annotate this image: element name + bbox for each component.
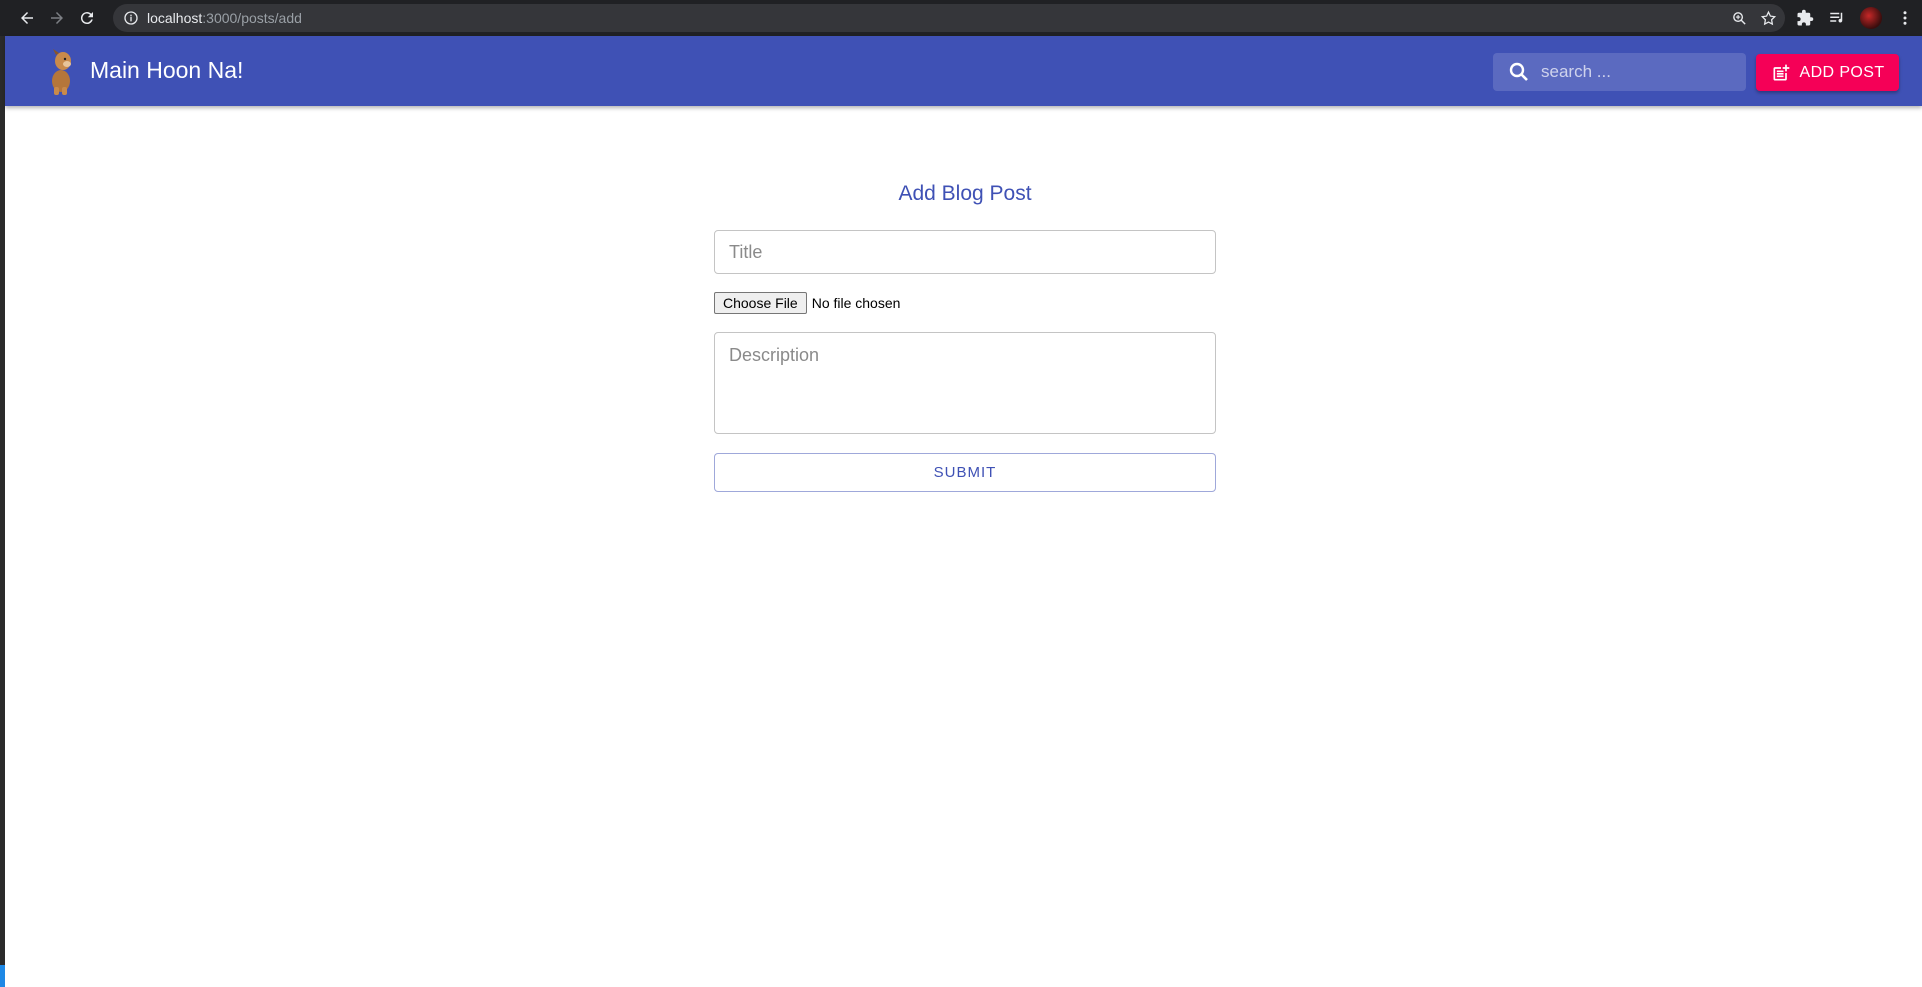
description-textarea[interactable] [714,332,1216,434]
file-input[interactable]: Choose File No file chosen [714,292,900,314]
left-window-edge [0,36,5,987]
zoom-icon[interactable] [1731,10,1748,27]
star-icon[interactable] [1760,10,1777,27]
reload-icon [80,12,93,25]
add-post-label: ADD POST [1799,63,1885,81]
profile-avatar[interactable] [1860,7,1882,29]
info-icon [124,11,138,25]
search-icon [1509,62,1528,81]
forward-button[interactable] [42,3,72,33]
browser-toolbar: localhost:3000/posts/add [0,0,1922,36]
url-path: :3000/posts/add [202,10,302,26]
page-title: Add Blog Post [898,182,1032,205]
reading-list-icon[interactable] [1828,9,1846,27]
search-box[interactable] [1493,53,1746,91]
taskbar-accent [0,965,5,987]
post-add-icon [1773,64,1789,80]
app-title: Main Hoon Na! [90,57,244,83]
choose-file-button[interactable]: Choose File [714,292,807,314]
title-input[interactable] [714,230,1216,274]
submit-button[interactable]: SUBMIT [714,453,1216,492]
back-arrow-icon [21,12,33,24]
url-text: localhost:3000/posts/add [147,10,302,26]
back-button[interactable] [12,3,42,33]
dog-logo-icon[interactable] [37,47,83,95]
file-status: No file chosen [811,295,901,311]
app-bar: Main Hoon Na! ADD POST [5,36,1922,106]
address-bar[interactable]: localhost:3000/posts/add [113,4,1785,32]
add-post-button[interactable]: ADD POST [1756,54,1899,91]
reload-button[interactable] [72,3,102,33]
forward-arrow-icon [51,12,63,24]
search-input[interactable] [1539,61,1743,83]
puzzle-icon[interactable] [1796,9,1814,27]
url-host: localhost [147,10,203,26]
kebab-menu-icon[interactable] [1896,9,1914,27]
